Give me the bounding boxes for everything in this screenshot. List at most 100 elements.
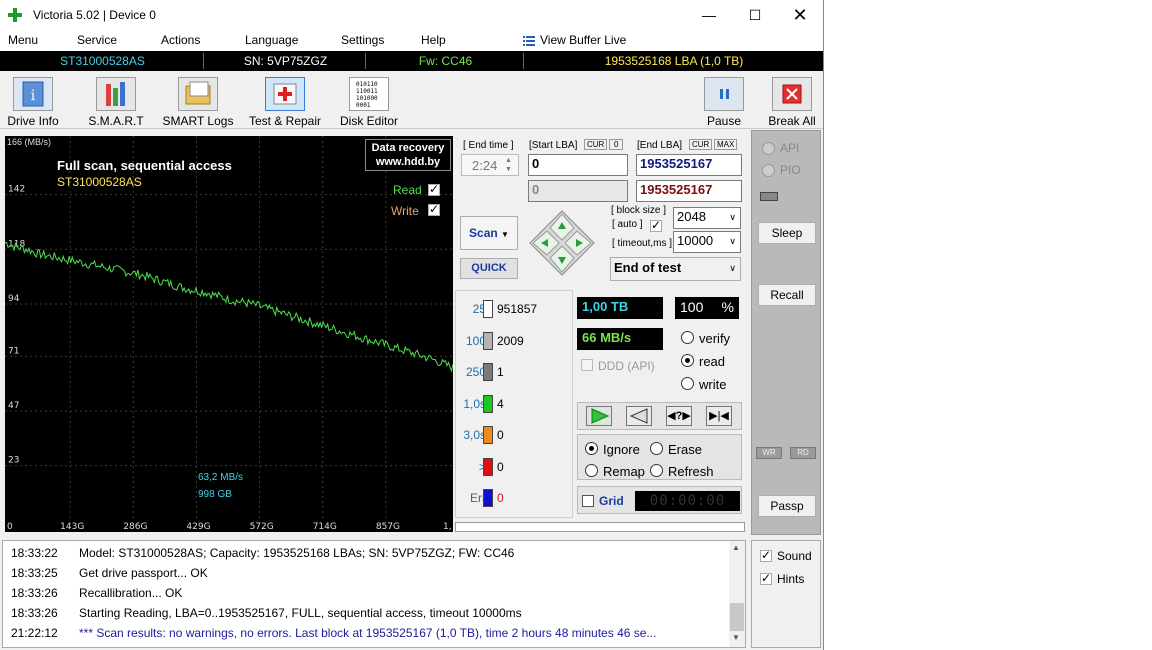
read-legend-checkbox[interactable]: [428, 182, 440, 196]
scan-controls: [ End time ] 2:24 ▲ ▼ [Start LBA] CUR 0 0…: [455, 136, 745, 286]
menu-settings[interactable]: Settings: [341, 33, 384, 47]
scroll-up-icon[interactable]: ▲: [732, 543, 740, 552]
histogram-row-count: 951857: [497, 302, 538, 316]
log-entry-time: 18:33:26: [11, 586, 58, 600]
histogram-color-swatch: [483, 331, 493, 350]
auto-block-size-checkbox[interactable]: [650, 218, 662, 232]
end-lba-input[interactable]: 1953525167: [636, 154, 742, 176]
menu-actions[interactable]: Actions: [161, 33, 200, 47]
smart-icon: [96, 77, 136, 111]
hints-checkbox[interactable]: [760, 571, 772, 585]
reverse-button[interactable]: [626, 406, 652, 426]
quick-button[interactable]: QUICK: [460, 258, 518, 279]
scroll-down-icon[interactable]: ▼: [732, 633, 740, 642]
list-icon: [523, 35, 535, 47]
remap-radio[interactable]: [585, 464, 598, 477]
start-lba-input[interactable]: 0: [528, 154, 628, 176]
log-scroll-thumb[interactable]: [730, 603, 744, 631]
end-action-select[interactable]: End of test ∨: [610, 257, 741, 281]
refresh-radio[interactable]: [650, 464, 663, 477]
write-radio[interactable]: [681, 377, 694, 390]
butterfly-button[interactable]: ▶|◀: [706, 406, 732, 426]
start-zero-button[interactable]: 0: [609, 139, 624, 150]
speed-graph: 142 118 94 71 47 23 0 143G 286G 429G 572G 714G 857G 1…: [5, 136, 453, 532]
close-button[interactable]: ✕: [777, 0, 823, 31]
x-tick-label: 857G: [376, 522, 400, 532]
menu-service[interactable]: Service: [77, 33, 117, 47]
menu-bar: Menu Service Actions Language Settings H…: [0, 31, 823, 51]
smart-logs-button[interactable]: SMART Logs: [160, 75, 236, 128]
api-radio[interactable]: [762, 142, 775, 155]
log-entry-message: Model: ST31000528AS; Capacity: 195352516…: [79, 546, 515, 560]
timeout-select[interactable]: 10000 ∨: [673, 231, 741, 253]
start-cur-button[interactable]: CUR: [584, 139, 608, 150]
histogram-row-label: >: [456, 460, 486, 474]
verify-radio[interactable]: [681, 331, 694, 344]
ignore-label: Ignore: [603, 442, 640, 457]
passport-button[interactable]: Passp: [758, 495, 816, 517]
block-size-select[interactable]: 2048 ∨: [673, 207, 741, 229]
drive-info-icon: i: [13, 77, 53, 111]
histogram-row-label: 1,0s: [463, 396, 486, 411]
binary-editor-icon: 010110 110011 101000 0001: [349, 77, 389, 111]
x-tick-label: 714G: [313, 522, 337, 532]
scan-progress-bar: [455, 522, 745, 532]
svg-text:0001: 0001: [356, 102, 371, 109]
histogram-row-count: 0: [497, 491, 504, 505]
break-all-button[interactable]: Break All: [766, 75, 818, 128]
menu-help[interactable]: Help: [421, 33, 446, 47]
menu-view-buffer[interactable]: View Buffer Live: [540, 33, 626, 47]
histogram-row: 25 951857: [456, 299, 572, 319]
pio-radio[interactable]: [762, 164, 775, 177]
y-tick-label: 47: [8, 401, 19, 411]
menu-language[interactable]: Language: [245, 33, 298, 47]
recall-button[interactable]: Recall: [758, 284, 816, 306]
ignore-radio[interactable]: [585, 442, 598, 455]
pause-button[interactable]: Pause: [700, 75, 748, 128]
refresh-label: Refresh: [668, 464, 714, 479]
log-entry-message: *** Scan results: no warnings, no errors…: [79, 626, 657, 640]
test-repair-button[interactable]: Test & Repair: [246, 75, 324, 128]
erase-radio[interactable]: [650, 442, 663, 455]
drive-info-bar: ST31000528AS SN: 5VP75ZGZ Fw: CC46 19535…: [0, 51, 823, 71]
api-label: API: [780, 141, 800, 155]
end-lba-current: 1953525167: [636, 180, 742, 202]
read-radio[interactable]: [681, 354, 694, 367]
x-tick-label: 1,: [443, 522, 452, 532]
histogram-row-label: Err: [470, 491, 486, 505]
drive-info-button[interactable]: i Drive Info: [2, 75, 64, 128]
scan-button[interactable]: Scan ▼: [460, 216, 518, 250]
disk-editor-button[interactable]: 010110 110011 101000 0001 Disk Editor: [336, 75, 402, 128]
chevron-down-icon: ∨: [729, 236, 736, 246]
x-tick-label: 572G: [250, 522, 274, 532]
y-tick-label: 23: [8, 456, 19, 466]
stop-icon: [772, 77, 812, 111]
y-tick-label: 142: [8, 185, 25, 195]
wr-indicator: WR: [756, 447, 782, 459]
log-entry-time: 18:33:26: [11, 606, 58, 620]
y-tick-label: 71: [8, 346, 19, 356]
write-mode-label: write: [699, 377, 727, 392]
y-axis-unit: 166 (MB/s): [7, 137, 52, 147]
ddd-api-checkbox[interactable]: [581, 359, 593, 371]
log-entry: 21:22:12 *** Scan results: no warnings, n…: [11, 626, 656, 640]
end-time-spinner[interactable]: ▲ ▼: [505, 156, 512, 174]
x-tick-label: 143G: [60, 522, 84, 532]
grid-checkbox[interactable]: [582, 495, 594, 507]
play-button[interactable]: [586, 406, 612, 426]
maximize-button[interactable]: ☐: [732, 0, 778, 31]
start-lba-label: [Start LBA]: [529, 140, 578, 151]
end-max-button[interactable]: MAX: [714, 139, 738, 150]
histogram-color-swatch: [483, 394, 493, 413]
sleep-button[interactable]: Sleep: [758, 222, 816, 244]
menu-menu[interactable]: Menu: [8, 33, 38, 47]
sound-checkbox[interactable]: [760, 548, 772, 562]
smart-button[interactable]: S.M.A.R.T: [84, 75, 148, 128]
log-scrollbar[interactable]: ▲ ▼: [729, 541, 745, 647]
minimize-button[interactable]: —: [686, 0, 732, 31]
random-seek-button[interactable]: ◀?▶: [666, 406, 692, 426]
seek-direction-pad[interactable]: [529, 210, 595, 276]
end-cur-button[interactable]: CUR: [689, 139, 713, 150]
write-legend-checkbox[interactable]: [428, 202, 440, 216]
chevron-down-icon: ∨: [729, 263, 736, 273]
